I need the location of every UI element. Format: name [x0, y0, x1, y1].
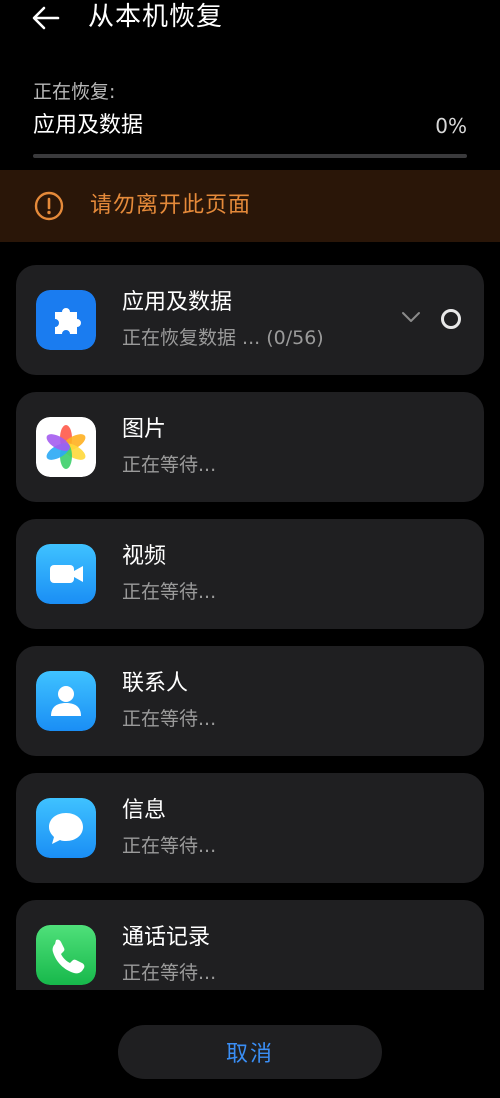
back-arrow-icon — [32, 6, 60, 30]
list-item-status: 正在等待... — [122, 835, 217, 857]
progress-bar — [33, 154, 467, 158]
gallery-flower-icon — [36, 417, 96, 477]
list-item-title: 图片 — [122, 417, 167, 442]
video-camera-icon — [36, 544, 96, 604]
list-item-title: 联系人 — [122, 671, 189, 696]
header: 从本机恢复 — [0, 0, 500, 40]
warning-text: 请勿离开此页面 — [90, 193, 252, 218]
list-item-messages[interactable]: 信息 正在等待... — [16, 773, 484, 883]
restore-screen: 从本机恢复 正在恢复: 应用及数据 0% 请勿离开此页面 应用及数据 正在恢复数… — [0, 0, 500, 1098]
list-item-status: 正在等待... — [122, 962, 217, 984]
progress-ring-icon — [441, 309, 461, 329]
list-item-title: 应用及数据 — [122, 290, 233, 315]
list-item-apps-data[interactable]: 应用及数据 正在恢复数据 ... (0/56) — [16, 265, 484, 375]
list-item-status: 正在等待... — [122, 708, 217, 730]
message-bubble-icon — [36, 798, 96, 858]
list-item-title: 信息 — [122, 798, 167, 823]
list-item-status: 正在等待... — [122, 454, 217, 476]
list-item-title: 视频 — [122, 544, 167, 569]
list-item-title: 通话记录 — [122, 925, 211, 950]
cancel-button[interactable]: 取消 — [118, 1025, 382, 1079]
page-title: 从本机恢复 — [88, 2, 224, 32]
progress-percent: 0% — [435, 114, 467, 138]
warning-circle-icon — [34, 191, 64, 221]
progress-current-item: 应用及数据 — [33, 113, 144, 138]
back-button[interactable] — [30, 2, 70, 34]
contact-person-icon — [36, 671, 96, 731]
chevron-down-icon[interactable] — [399, 309, 423, 325]
warning-banner: 请勿离开此页面 — [0, 170, 500, 242]
list-item-gallery[interactable]: 图片 正在等待... — [16, 392, 484, 502]
progress-label: 正在恢复: — [33, 81, 116, 103]
list-item-status: 正在等待... — [122, 581, 217, 603]
list-item-contacts[interactable]: 联系人 正在等待... — [16, 646, 484, 756]
list-item-video[interactable]: 视频 正在等待... — [16, 519, 484, 629]
list-item-status: 正在恢复数据 ... (0/56) — [122, 327, 324, 349]
phone-icon — [36, 925, 96, 985]
puzzle-icon — [36, 290, 96, 350]
